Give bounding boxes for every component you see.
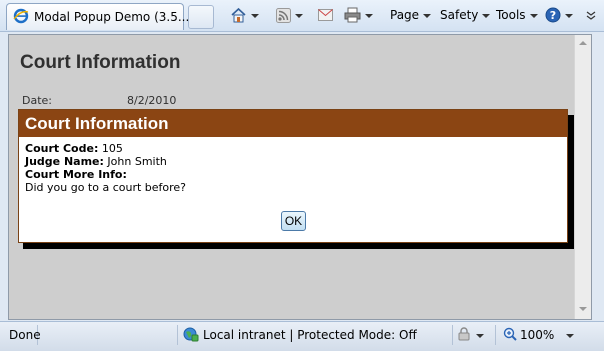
judge-name-label: Judge Name: bbox=[25, 155, 104, 168]
print-button[interactable] bbox=[344, 0, 373, 30]
tools-menu[interactable]: Tools bbox=[496, 0, 538, 30]
chevron-down-icon bbox=[482, 13, 491, 18]
ie-logo-icon bbox=[13, 8, 29, 27]
chevron-down-icon[interactable] bbox=[365, 13, 373, 18]
feeds-button[interactable] bbox=[276, 0, 303, 30]
overflow-chevron-icon bbox=[586, 10, 596, 20]
court-code-label: Court Code: bbox=[25, 142, 99, 155]
status-empty-pane bbox=[38, 325, 178, 345]
scroll-down-icon[interactable] bbox=[579, 307, 587, 311]
browser-toolbar: Modal Popup Demo (3.5.... Page Safety To… bbox=[0, 0, 604, 32]
page-title: Court Information bbox=[20, 52, 181, 73]
mail-button[interactable] bbox=[318, 0, 333, 30]
home-button[interactable] bbox=[230, 0, 259, 30]
safety-menu-label: Safety bbox=[440, 8, 479, 22]
chevron-down-icon bbox=[565, 13, 573, 18]
lock-icon bbox=[456, 326, 472, 344]
chevron-down-icon[interactable] bbox=[295, 13, 303, 18]
security-zone[interactable]: Local intranet | Protected Mode: Off bbox=[180, 325, 450, 345]
help-button[interactable]: ? bbox=[545, 0, 573, 30]
help-icon: ? bbox=[545, 7, 561, 23]
more-info-label: Court More Info: bbox=[25, 168, 127, 181]
judge-name-row: Judge Name: John Smith bbox=[25, 155, 561, 168]
page-viewport: Court Information Date: 8/2/2010 Court I… bbox=[8, 34, 592, 320]
modal-title: Court Information bbox=[19, 110, 567, 137]
tab-title: Modal Popup Demo (3.5.... bbox=[34, 10, 194, 24]
status-bar: Done Local intranet | Protected Mode: Of… bbox=[0, 321, 604, 351]
court-code-row: Court Code: 105 bbox=[25, 142, 561, 155]
zoom-control[interactable]: 100% bbox=[500, 325, 580, 345]
chevron-down-icon bbox=[423, 13, 432, 18]
zone-text: Local intranet | Protected Mode: Off bbox=[203, 328, 417, 342]
new-tab-button[interactable] bbox=[188, 5, 214, 29]
zoom-level: 100% bbox=[520, 328, 555, 342]
tools-menu-label: Tools bbox=[496, 8, 526, 22]
svg-text:?: ? bbox=[550, 9, 556, 22]
chevron-down-icon[interactable] bbox=[251, 13, 259, 18]
page-menu[interactable]: Page bbox=[390, 0, 432, 30]
printer-icon bbox=[344, 7, 361, 23]
mail-icon bbox=[318, 9, 333, 21]
modal-body: Court Code: 105 Judge Name: John Smith C… bbox=[19, 137, 567, 194]
status-text: Done bbox=[6, 325, 41, 345]
home-icon bbox=[230, 7, 247, 23]
safety-menu[interactable]: Safety bbox=[440, 0, 491, 30]
toolbar-overflow-button[interactable] bbox=[586, 0, 596, 30]
court-code-value: 105 bbox=[101, 142, 123, 155]
chevron-down-icon bbox=[476, 333, 484, 338]
chevron-down-icon bbox=[529, 13, 538, 18]
scroll-up-icon[interactable] bbox=[579, 41, 587, 45]
more-info-value: Did you go to a court before? bbox=[25, 181, 187, 194]
date-label: Date: bbox=[22, 94, 52, 107]
date-value: 8/2/2010 bbox=[127, 94, 177, 107]
chevron-down-icon bbox=[566, 333, 575, 338]
browser-tab[interactable]: Modal Popup Demo (3.5.... bbox=[6, 3, 193, 30]
globe-icon bbox=[183, 326, 199, 345]
protected-mode-button[interactable] bbox=[452, 325, 496, 345]
vertical-scrollbar[interactable] bbox=[574, 35, 591, 319]
court-info-modal: Court Information Court Code: 105 Judge … bbox=[18, 109, 568, 243]
rss-icon bbox=[276, 7, 291, 23]
ok-button[interactable]: OK bbox=[281, 211, 306, 231]
zoom-icon bbox=[503, 327, 517, 344]
page-menu-label: Page bbox=[390, 8, 420, 22]
judge-name-value: John Smith bbox=[107, 155, 167, 168]
